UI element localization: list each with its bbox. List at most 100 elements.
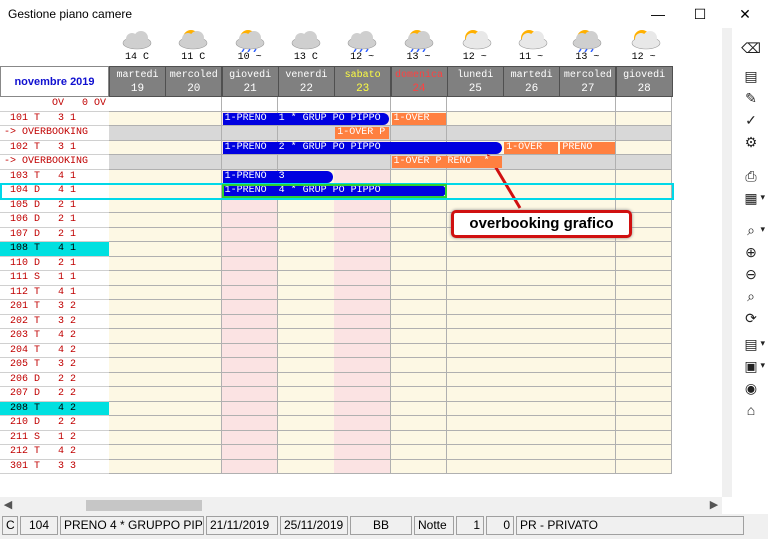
grid-cell[interactable]	[165, 343, 223, 358]
grid-cell[interactable]	[390, 169, 448, 184]
grid-cell[interactable]	[446, 169, 504, 184]
grid-cell[interactable]	[615, 358, 673, 373]
close-button[interactable]: ✕	[723, 2, 767, 26]
grid-cell[interactable]	[446, 416, 504, 431]
grid-cell[interactable]	[277, 242, 335, 257]
horizontal-scrollbar[interactable]: ◀ ▶	[0, 497, 722, 514]
grid-cell[interactable]	[277, 126, 335, 141]
grid-cell[interactable]	[165, 213, 223, 228]
grid-cell[interactable]	[559, 256, 617, 271]
room-label[interactable]: 301 T 3 3	[0, 459, 109, 474]
grid-cell[interactable]	[277, 227, 335, 242]
grid-cell[interactable]	[559, 459, 617, 474]
grid-cell[interactable]	[390, 358, 448, 373]
grid-cell[interactable]	[559, 372, 617, 387]
overbooking-bar[interactable]: 1-OVER	[391, 112, 446, 125]
scroll-left-icon[interactable]: ◀	[0, 497, 16, 514]
grid-cell[interactable]	[277, 256, 335, 271]
checklist-icon[interactable]: ✓	[737, 110, 765, 130]
grid-cell[interactable]	[109, 387, 166, 402]
grid-cell[interactable]	[277, 198, 335, 213]
grid-cell[interactable]	[615, 140, 673, 155]
grid-cell[interactable]	[390, 430, 448, 445]
grid-cell[interactable]	[615, 271, 673, 286]
grid-cell[interactable]	[165, 242, 223, 257]
room-label[interactable]: 206 D 2 2	[0, 372, 109, 387]
grid-cell[interactable]	[503, 401, 560, 416]
room-label[interactable]: 204 T 4 2	[0, 343, 109, 358]
grid-cell[interactable]	[277, 285, 335, 300]
grid-cell[interactable]	[165, 314, 223, 329]
grid-cell[interactable]	[559, 126, 617, 141]
grid-cell[interactable]	[615, 401, 673, 416]
grid-cell[interactable]	[615, 285, 673, 300]
grid-cell[interactable]	[503, 285, 560, 300]
overbooking-bar[interactable]: 1-OVER P	[335, 127, 390, 139]
grid-cell[interactable]	[559, 416, 617, 431]
room-label[interactable]: 101 T 3 1	[0, 111, 109, 126]
grid-cell[interactable]	[615, 97, 673, 112]
grid-cell[interactable]	[221, 358, 279, 373]
grid-cell[interactable]	[334, 401, 391, 416]
grid-cell[interactable]	[221, 372, 279, 387]
grid-cell[interactable]	[277, 401, 335, 416]
grid-cell[interactable]	[334, 387, 391, 402]
broom-icon[interactable]: ⌫	[737, 38, 765, 58]
grid-cell[interactable]	[165, 401, 223, 416]
grid-cell[interactable]	[221, 401, 279, 416]
grid-cell[interactable]	[503, 300, 560, 315]
grid-cell[interactable]	[277, 372, 335, 387]
grid-cell[interactable]	[503, 358, 560, 373]
grid-cell[interactable]	[109, 300, 166, 315]
overbooking-row-label[interactable]: -> OVERBOOKING	[0, 155, 109, 170]
grid-cell[interactable]	[109, 445, 166, 460]
grid-cell[interactable]	[559, 430, 617, 445]
grid-cell[interactable]	[446, 401, 504, 416]
grid-cell[interactable]	[503, 445, 560, 460]
grid-cell[interactable]	[109, 430, 166, 445]
export-icon[interactable]: ▤	[737, 334, 765, 354]
grid-cell[interactable]	[390, 459, 448, 474]
grid-cell[interactable]	[615, 256, 673, 271]
grid-cell[interactable]	[165, 387, 223, 402]
vertical-scrollbar[interactable]	[722, 28, 732, 497]
day-header[interactable]: domenica 24	[390, 66, 448, 97]
print-icon[interactable]: ⎙	[737, 166, 765, 186]
grid-cell[interactable]	[559, 445, 617, 460]
grid-cell[interactable]	[390, 271, 448, 286]
grid-cell[interactable]	[559, 155, 617, 170]
grid-cell[interactable]	[615, 126, 673, 141]
grid-cell[interactable]	[615, 242, 673, 257]
grid-cell[interactable]	[446, 314, 504, 329]
grid-cell[interactable]	[559, 387, 617, 402]
room-label[interactable]: 106 D 2 1	[0, 213, 109, 228]
grid-cell[interactable]	[277, 358, 335, 373]
room-label[interactable]: 210 D 2 2	[0, 416, 109, 431]
note-icon[interactable]: ▤	[737, 66, 765, 86]
grid-cell[interactable]	[334, 372, 391, 387]
room-plan-grid[interactable]: 14 C 11 C 10 ~ 13 C 12 ~ 13 ~ 12 ~ 11 ~ 13 ~ 12 ~…	[0, 28, 722, 497]
grid-cell[interactable]	[503, 169, 560, 184]
grid-cell[interactable]	[390, 227, 448, 242]
grid-cell[interactable]	[221, 256, 279, 271]
grid-cell[interactable]	[446, 430, 504, 445]
grid-cell[interactable]	[446, 445, 504, 460]
find-icon[interactable]: ⌕	[737, 286, 765, 306]
zoom-out-icon[interactable]: ⊖	[737, 264, 765, 284]
grid-cell[interactable]	[221, 459, 279, 474]
grid-cell[interactable]	[615, 416, 673, 431]
grid-cell[interactable]	[165, 256, 223, 271]
day-header[interactable]: martedi 26	[503, 66, 561, 97]
grid-cell[interactable]	[165, 271, 223, 286]
grid-cell[interactable]	[559, 271, 617, 286]
grid-cell[interactable]	[503, 111, 560, 126]
grid-cell[interactable]	[334, 198, 391, 213]
grid-cell[interactable]	[615, 169, 673, 184]
grid-cell[interactable]	[390, 372, 448, 387]
grid-cell[interactable]	[446, 329, 504, 344]
grid-cell[interactable]	[446, 300, 504, 315]
grid-cell[interactable]	[221, 271, 279, 286]
grid-cell[interactable]	[334, 300, 391, 315]
grid-cell[interactable]	[559, 184, 617, 199]
grid-cell[interactable]	[221, 227, 279, 242]
